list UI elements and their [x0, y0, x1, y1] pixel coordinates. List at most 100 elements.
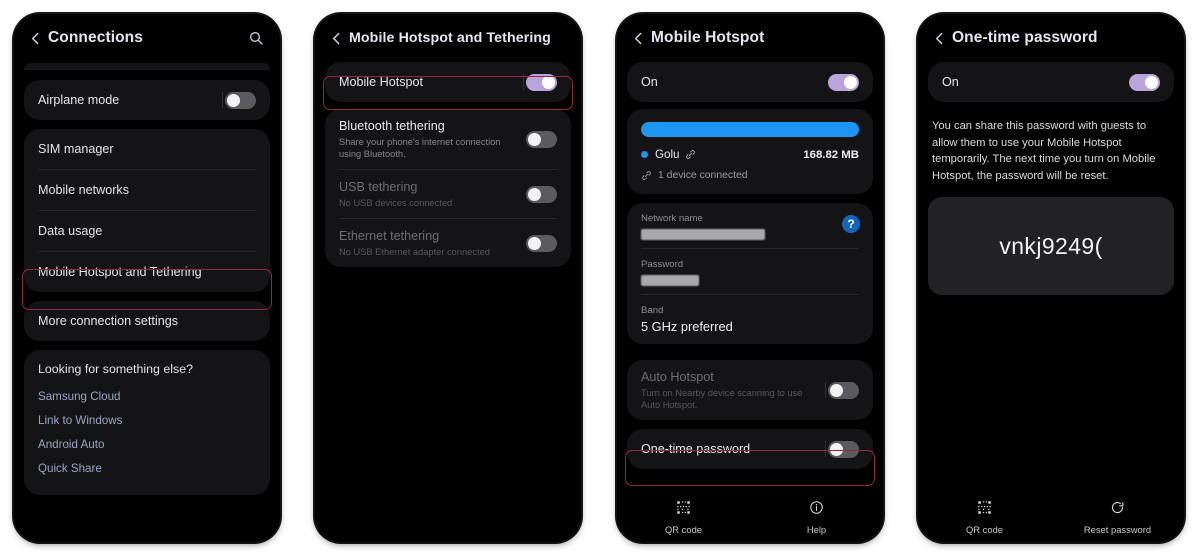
password-row[interactable]: Password — [627, 249, 873, 294]
chevron-left-icon[interactable] — [323, 25, 349, 51]
otp-master-toggle[interactable] — [1129, 73, 1160, 91]
screen-one-time-password: One-time password On You can share this … — [918, 14, 1184, 542]
hotspot-master-card: On — [627, 62, 873, 102]
mobile-hotspot-label: Mobile Hotspot — [339, 75, 423, 89]
phone-panel-one-time-password: One-time password On You can share this … — [918, 14, 1184, 542]
connections-menu-card: SIM manager Mobile networks Data usage M… — [24, 129, 270, 292]
ethernet-tethering-label: Ethernet tethering — [339, 229, 440, 243]
hotspot-master-label: On — [641, 75, 658, 89]
page-title: Mobile Hotspot — [651, 29, 765, 46]
sidebar-item-more-connection-settings[interactable]: More connection settings — [24, 301, 270, 341]
ethernet-tethering-toggle[interactable] — [526, 234, 557, 252]
screen-tethering: Mobile Hotspot and Tethering Mobile Hots… — [315, 14, 581, 542]
link-samsung-cloud[interactable]: Samsung Cloud — [38, 385, 256, 409]
band-label: Band — [641, 305, 664, 316]
otp-password-value: vnkj9249( — [999, 232, 1103, 259]
ethernet-tethering-sub: No USB Ethernet adapter connected — [339, 247, 490, 257]
band-value: 5 GHz preferred — [641, 319, 733, 334]
auto-hotspot-toggle[interactable] — [828, 381, 859, 399]
phone-panel-hotspot: Mobile Hotspot On Golu 168.82 MB 1 devic… — [617, 14, 883, 542]
usb-tethering-toggle[interactable] — [526, 185, 557, 203]
connections-header: Connections — [14, 14, 280, 62]
one-time-password-toggle[interactable] — [828, 440, 859, 458]
one-time-password-label: One-time password — [641, 442, 751, 456]
link-android-auto[interactable]: Android Auto — [38, 433, 256, 457]
phone-panel-connections: Connections Airplane mode SIM manager Mo… — [14, 14, 280, 542]
otp-bottom-bar: QR code Reset password — [918, 492, 1184, 542]
password-label: Password — [641, 259, 684, 270]
reset-password-button[interactable]: Reset password — [1051, 500, 1184, 535]
network-name-value-redacted — [641, 229, 765, 240]
auto-hotspot-sub: Turn on Nearby device scanning to use Au… — [641, 388, 803, 410]
mobile-hotspot-row[interactable]: Mobile Hotspot — [325, 62, 571, 102]
looking-title: Looking for something else? — [38, 362, 193, 376]
airplane-mode-card: Airplane mode — [24, 80, 270, 120]
phone-panel-tethering: Mobile Hotspot and Tethering Mobile Hots… — [315, 14, 581, 542]
mobile-hotspot-card: Mobile Hotspot — [325, 62, 571, 102]
data-usage-progress-bar — [641, 122, 859, 137]
bluetooth-tethering-label: Bluetooth tethering — [339, 119, 445, 133]
auto-hotspot-row: Auto Hotspot Turn on Nearby device scann… — [627, 360, 873, 420]
scrolled-card-sliver — [24, 63, 270, 70]
ethernet-tethering-row: Ethernet tethering No USB Ethernet adapt… — [325, 219, 571, 267]
sidebar-item-sim-manager[interactable]: SIM manager — [24, 129, 270, 169]
hotspot-master-toggle[interactable] — [828, 73, 859, 91]
tethering-header: Mobile Hotspot and Tethering — [315, 14, 581, 62]
otp-header: One-time password — [918, 14, 1184, 62]
one-time-password-card: One-time password — [627, 429, 873, 469]
otp-description: You can share this password with guests … — [932, 120, 1156, 182]
qr-code-label: QR code — [966, 523, 1003, 535]
devices-connected-text: 1 device connected — [658, 170, 748, 181]
usb-tethering-row: USB tethering No USB devices connected — [325, 170, 571, 218]
screen-connections: Connections Airplane mode SIM manager Mo… — [14, 14, 280, 542]
airplane-mode-row[interactable]: Airplane mode — [24, 80, 270, 120]
network-name-row[interactable]: Network name ? — [627, 203, 873, 248]
toggle-separator — [825, 441, 826, 457]
otp-master-label: On — [942, 75, 959, 89]
tethering-options-card: Bluetooth tethering Share your phone's i… — [325, 109, 571, 267]
device-data-used: 168.82 MB — [803, 148, 859, 161]
airplane-mode-label: Airplane mode — [38, 93, 120, 107]
otp-master-row[interactable]: On — [928, 62, 1174, 102]
qr-code-label: QR code — [665, 523, 702, 535]
band-row[interactable]: Band 5 GHz preferred — [627, 295, 873, 344]
question-mark-icon[interactable]: ? — [842, 215, 860, 233]
bluetooth-tethering-row[interactable]: Bluetooth tethering Share your phone's i… — [325, 109, 571, 169]
airplane-mode-toggle[interactable] — [225, 91, 256, 109]
sidebar-item-mobile-networks[interactable]: Mobile networks — [24, 170, 270, 210]
reset-rotate-icon — [1110, 500, 1125, 520]
qr-code-button[interactable]: QR code — [918, 500, 1051, 535]
one-time-password-row[interactable]: One-time password — [627, 429, 873, 469]
usb-tethering-label: USB tethering — [339, 180, 418, 194]
sidebar-item-mobile-hotspot-and-tethering[interactable]: Mobile Hotspot and Tethering — [24, 252, 270, 292]
device-name: Golu — [655, 148, 680, 161]
menu-label: More connection settings — [38, 314, 179, 328]
link-quick-share[interactable]: Quick Share — [38, 457, 256, 481]
hotspot-master-row[interactable]: On — [627, 62, 873, 102]
menu-label: Mobile Hotspot and Tethering — [38, 265, 202, 279]
network-name-label: Network name — [641, 213, 703, 224]
toggle-separator — [523, 74, 524, 90]
chevron-left-icon[interactable] — [926, 25, 952, 51]
search-icon[interactable] — [244, 26, 268, 50]
auto-hotspot-card: Auto Hotspot Turn on Nearby device scann… — [627, 360, 873, 420]
password-value-redacted — [641, 275, 699, 286]
mobile-hotspot-toggle[interactable] — [526, 73, 557, 91]
qr-code-icon — [676, 500, 691, 520]
qr-code-button[interactable]: QR code — [617, 500, 750, 535]
info-circle-icon — [809, 500, 824, 520]
screen-hotspot: Mobile Hotspot On Golu 168.82 MB 1 devic… — [617, 14, 883, 542]
chevron-left-icon[interactable] — [22, 25, 48, 51]
toggle-separator — [825, 382, 826, 398]
link-chain-icon — [685, 149, 696, 160]
link-link-to-windows[interactable]: Link to Windows — [38, 409, 256, 433]
menu-label: Data usage — [38, 224, 103, 238]
chevron-left-icon[interactable] — [625, 25, 651, 51]
hotspot-header: Mobile Hotspot — [617, 14, 883, 62]
menu-label: SIM manager — [38, 142, 114, 156]
bluetooth-tethering-toggle[interactable] — [526, 130, 557, 148]
otp-password-box: vnkj9249( — [928, 197, 1174, 295]
help-button[interactable]: Help — [750, 500, 883, 535]
sidebar-item-data-usage[interactable]: Data usage — [24, 211, 270, 251]
otp-master-card: On — [928, 62, 1174, 102]
